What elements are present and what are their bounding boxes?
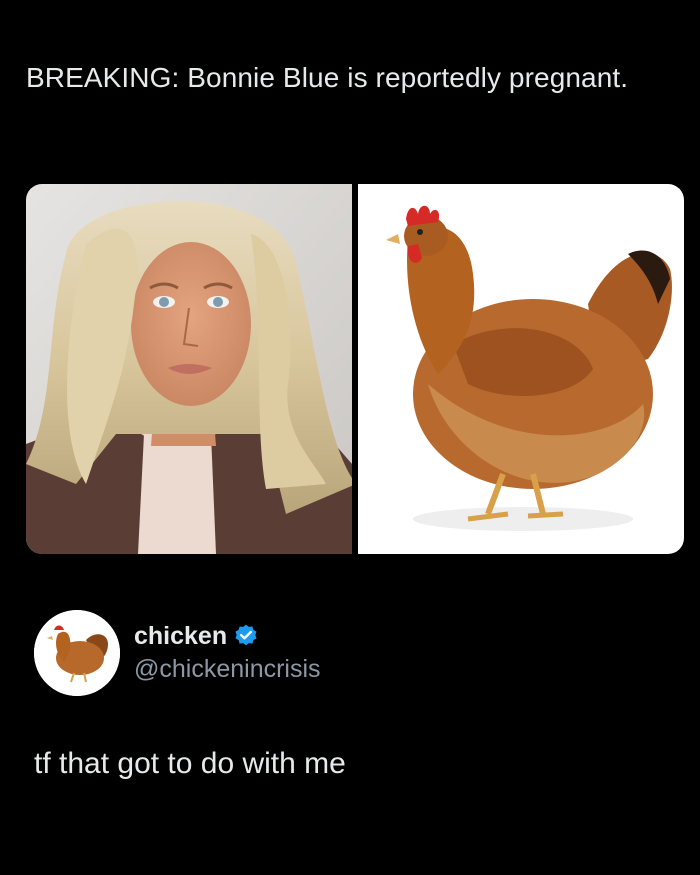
headline-text: BREAKING: Bonnie Blue is reportedly preg… (26, 62, 629, 93)
reply-author[interactable]: chicken @chickenincrisis (34, 610, 321, 696)
chicken-avatar[interactable] (34, 610, 120, 696)
reply-text: tf that got to do with me (34, 747, 346, 780)
handle[interactable]: @chickenincrisis (134, 653, 321, 685)
chicken-avatar-icon (34, 610, 120, 696)
chicken-photo[interactable] (358, 184, 684, 554)
author-names: chicken @chickenincrisis (134, 621, 321, 685)
display-name[interactable]: chicken (134, 621, 227, 651)
chicken-image (358, 184, 684, 554)
name-row: chicken (134, 621, 321, 651)
verified-badge-icon (235, 624, 257, 646)
woman-portrait-photo[interactable] (26, 184, 352, 554)
woman-portrait-image (26, 184, 352, 554)
media-grid[interactable] (26, 184, 684, 554)
